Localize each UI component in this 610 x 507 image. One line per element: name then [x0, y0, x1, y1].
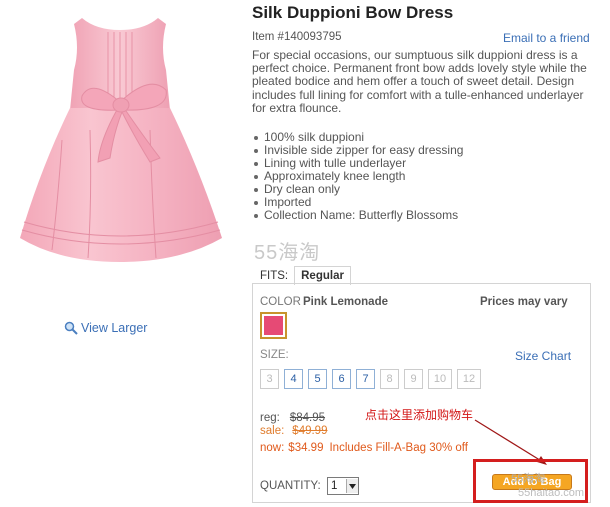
size-option-9[interactable]: 9 [404, 369, 423, 389]
size-option-12[interactable]: 12 [457, 369, 481, 389]
now-price-value: $34.99 [288, 442, 324, 454]
size-option-3[interactable]: 3 [260, 369, 279, 389]
size-option-10[interactable]: 10 [428, 369, 452, 389]
email-to-friend-link[interactable]: Email to a friend [503, 31, 590, 45]
size-option-7[interactable]: 7 [356, 369, 375, 389]
swatch-fill [264, 316, 283, 335]
color-label: COLOR [260, 296, 301, 308]
feature-item: Collection Name: Butterfly Blossoms [252, 209, 463, 222]
regular-price-value: $84.95 [289, 412, 326, 424]
product-description: For special occasions, our sumptuous sil… [252, 48, 587, 115]
feature-list: 100% silk duppioni Invisible side zipper… [252, 131, 463, 222]
watermark-url: 55haitao.com [518, 487, 585, 499]
watermark-logo-text: 海淘 [278, 242, 321, 264]
size-chart-link[interactable]: Size Chart [515, 349, 571, 363]
watermark-logo: 55 海淘 [254, 236, 320, 265]
regular-price: reg: $84.95 [260, 412, 325, 424]
view-larger-link[interactable]: View Larger [64, 321, 147, 335]
regular-price-label: reg: [260, 412, 280, 424]
watermark-logo-digits: 55 [254, 242, 279, 264]
size-option-4[interactable]: 4 [284, 369, 303, 389]
quantity-value: 1 [331, 480, 338, 492]
size-selector: 3 4 5 6 7 8 9 10 12 [260, 369, 486, 389]
now-price-label: now: [260, 442, 285, 454]
watermark-corner: 55海淘 [511, 473, 546, 485]
sale-price-value: $49.99 [292, 425, 328, 437]
product-title: Silk Duppioni Bow Dress [252, 3, 454, 22]
dropdown-arrow-icon [346, 479, 358, 493]
view-larger-label: View Larger [81, 321, 148, 335]
magnifier-icon [64, 321, 78, 335]
color-swatch-pink-lemonade[interactable] [260, 312, 287, 339]
sale-price: sale: $49.99 [260, 425, 327, 437]
item-number: Item #140093795 [252, 31, 342, 43]
color-name: Pink Lemonade [303, 296, 388, 308]
tab-fits-label: FITS: [260, 270, 289, 282]
size-option-6[interactable]: 6 [332, 369, 351, 389]
quantity-label: QUANTITY: [260, 480, 321, 492]
size-option-5[interactable]: 5 [308, 369, 327, 389]
quantity-select[interactable]: 1 [327, 477, 359, 495]
sale-price-label: sale: [260, 425, 285, 437]
prices-may-vary-note: Prices may vary [480, 296, 568, 308]
now-price: now: $34.99 Includes Fill-A-Bag 30% off [260, 442, 468, 454]
fit-tabs: FITS: Regular [252, 264, 590, 285]
product-image[interactable] [0, 0, 240, 310]
size-option-8[interactable]: 8 [380, 369, 399, 389]
fill-a-bag-note: Includes Fill-A-Bag 30% off [329, 442, 468, 454]
annotation-text: 点击这里添加购物车 [365, 408, 474, 422]
size-label: SIZE: [260, 349, 289, 361]
